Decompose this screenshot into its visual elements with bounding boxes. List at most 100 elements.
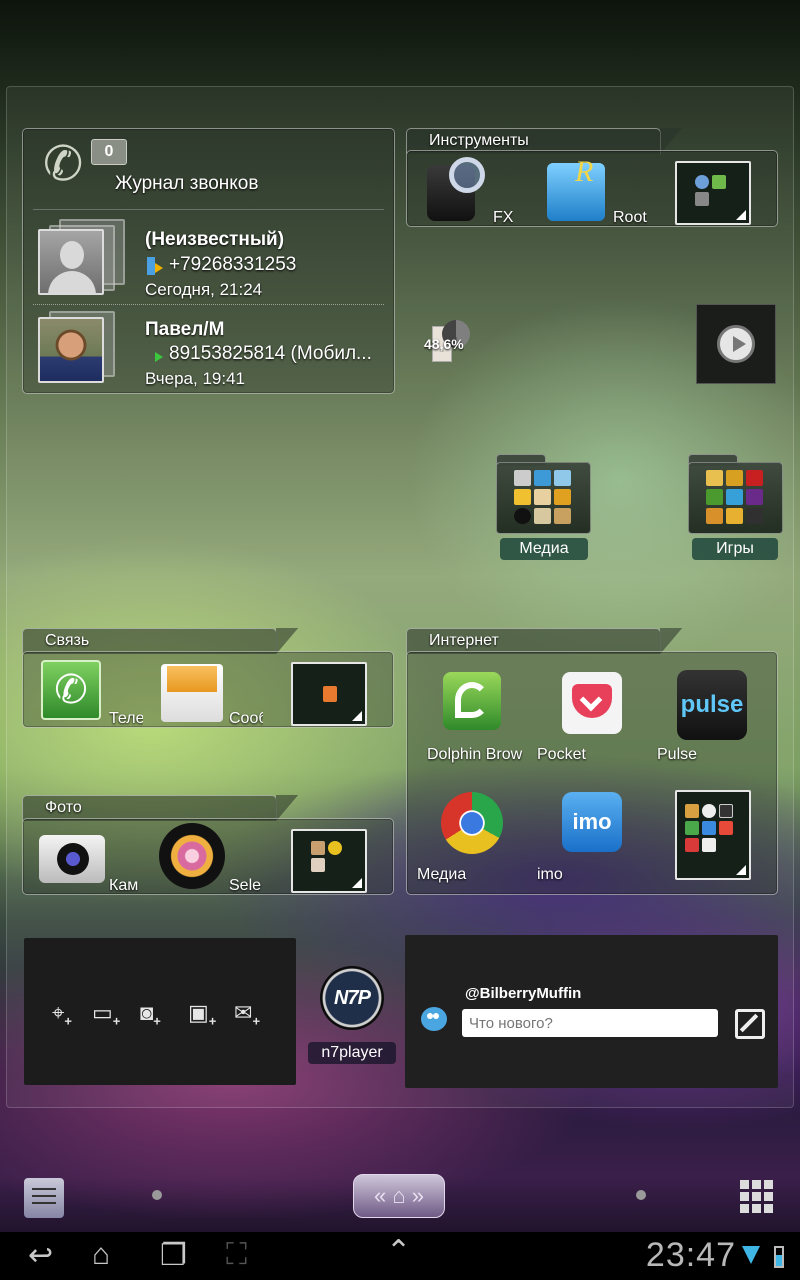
folder-games[interactable] xyxy=(688,454,783,534)
app-label: Pulse xyxy=(657,746,698,763)
camera-icon xyxy=(39,835,105,883)
app-pocket[interactable]: Pocket xyxy=(537,668,647,768)
root-r-icon: R xyxy=(575,155,594,188)
n7player-icon: N7P xyxy=(320,966,384,1030)
app-label: Медиа xyxy=(417,866,467,883)
play-icon[interactable] xyxy=(717,325,755,363)
app-pulse[interactable]: pulse Pulse xyxy=(657,668,767,768)
gmail-icon xyxy=(719,821,733,835)
call-entry[interactable]: Павел/М 89153825814 (Мобил... Вчера, 19:… xyxy=(23,305,394,393)
tools-more-apps[interactable] xyxy=(675,161,751,225)
app-icon xyxy=(328,841,342,855)
pulse-icon: pulse xyxy=(677,670,747,740)
app-n7player[interactable]: N7P n7player xyxy=(306,962,398,1064)
app-label: n7player xyxy=(308,1042,396,1064)
call-time: Вчера, 19:41 xyxy=(145,369,245,388)
folder-panel-internet: Dolphin Brow Pocket pulse Pulse Медиа im… xyxy=(406,651,778,895)
messages-icon xyxy=(161,664,223,722)
folder-label: Игры xyxy=(692,538,778,560)
recent-apps-icon[interactable]: ❐ xyxy=(160,1238,187,1273)
folder-panel-svyaz: ✆ Теле Сооб xyxy=(22,651,394,728)
app-label: Dolphin Brow xyxy=(427,746,523,763)
twitter-handle: @BilberryMuffin xyxy=(465,985,582,1002)
phone-icon: ✆ xyxy=(43,138,84,191)
dropbox-icon xyxy=(702,821,716,835)
android-icon xyxy=(712,175,726,189)
app-label: imo xyxy=(537,866,563,883)
folder-contents xyxy=(514,470,574,524)
folder-media[interactable] xyxy=(496,454,591,534)
app-label: Сооб xyxy=(229,710,263,727)
battery-percentage: 48,6% xyxy=(424,336,464,352)
battery-widget[interactable]: 48,6% xyxy=(424,320,476,364)
contact-name: Павел/М xyxy=(145,319,225,340)
home-icon[interactable]: ⌂ xyxy=(92,1238,110,1272)
system-bar: ↩ ⌂ ❐ ⛶ ⌃ 23:47 xyxy=(0,1232,800,1280)
app-icon xyxy=(695,192,709,206)
call-log-title: Журнал звонков xyxy=(115,173,259,194)
incoming-call-icon xyxy=(147,257,163,275)
crop-add-icon[interactable]: ▭+ xyxy=(92,1000,120,1028)
folder-panel-foto: Кам Sele xyxy=(22,818,394,895)
avatar xyxy=(38,317,104,383)
folder-label: Медиа xyxy=(500,538,588,560)
app-label: Pocket xyxy=(537,746,586,763)
back-icon[interactable]: ↩ xyxy=(28,1238,53,1273)
app-messages[interactable]: Сооб xyxy=(161,660,271,727)
app-fx[interactable]: FX xyxy=(417,155,527,226)
app-label: Кам xyxy=(109,877,139,894)
app-icon xyxy=(685,804,699,818)
dolphin-icon xyxy=(443,672,501,730)
quick-share-widget: ⌖+ ▭+ ◙+ ▣+ ✉+ xyxy=(24,938,296,1085)
divider xyxy=(33,209,384,210)
app-selective[interactable]: Sele xyxy=(159,823,269,894)
app-dolphin[interactable]: Dolphin Brow xyxy=(417,668,527,768)
app-chrome[interactable]: Медиа xyxy=(417,788,527,888)
image-add-icon[interactable]: ▣+ xyxy=(188,1000,216,1028)
app-icon xyxy=(695,175,709,189)
pocket-icon xyxy=(562,672,622,734)
call-entry[interactable]: (Неизвестный) +79268331253 Сегодня, 21:2… xyxy=(23,211,394,303)
folder-title: Интернет xyxy=(429,632,499,649)
app-drawer-icon[interactable] xyxy=(740,1180,774,1214)
phone-icon: ✆ xyxy=(41,660,101,720)
player-widget[interactable] xyxy=(696,304,776,384)
signal-icon xyxy=(742,1246,760,1264)
app-camera[interactable]: Кам xyxy=(39,827,149,894)
app-root[interactable]: R Root xyxy=(547,155,657,226)
app-icon xyxy=(719,804,733,818)
call-time: Сегодня, 21:24 xyxy=(145,280,263,299)
svyaz-more-apps[interactable] xyxy=(291,662,367,726)
call-log-widget[interactable]: ✆ 0 Журнал звонков (Неизвестный) +792683… xyxy=(22,128,395,394)
list-menu-icon[interactable] xyxy=(24,1178,64,1218)
camera-add-icon[interactable]: ◙+ xyxy=(140,1000,161,1028)
app-icon xyxy=(702,804,716,818)
mail-add-icon[interactable]: ✉+ xyxy=(234,1000,260,1028)
folder-title: Инструменты xyxy=(429,132,529,149)
twitter-bird-icon xyxy=(417,1003,451,1037)
screenshot-icon[interactable]: ⛶ xyxy=(226,1238,247,1272)
app-label: FX xyxy=(493,209,514,226)
page-indicator-dot xyxy=(152,1190,162,1200)
app-label: Теле xyxy=(109,710,143,727)
folder-panel-tools: FX R Root xyxy=(406,150,778,227)
tweet-input[interactable] xyxy=(462,1009,718,1037)
folder-title: Фото xyxy=(45,799,82,816)
battery-status-icon xyxy=(774,1246,784,1268)
app-icon xyxy=(311,858,325,872)
avatar xyxy=(38,229,104,295)
status-clock: 23:47 xyxy=(645,1236,736,1274)
compose-icon[interactable] xyxy=(735,1009,765,1039)
internet-more-apps[interactable] xyxy=(675,790,751,880)
location-add-icon[interactable]: ⌖+ xyxy=(52,1000,72,1028)
app-phone[interactable]: ✆ Теле xyxy=(41,660,151,727)
contact-number: +79268331253 xyxy=(169,254,297,275)
chevron-up-icon[interactable]: ⌃ xyxy=(386,1234,411,1269)
folder-title: Связь xyxy=(45,632,90,649)
app-imo[interactable]: imo imo xyxy=(537,788,647,888)
contact-name: (Неизвестный) xyxy=(145,229,285,250)
home-button[interactable]: « ⌂ » xyxy=(353,1174,445,1218)
foto-more-apps[interactable] xyxy=(291,829,367,893)
contacts-icon xyxy=(323,686,337,702)
chrome-icon xyxy=(441,792,503,854)
